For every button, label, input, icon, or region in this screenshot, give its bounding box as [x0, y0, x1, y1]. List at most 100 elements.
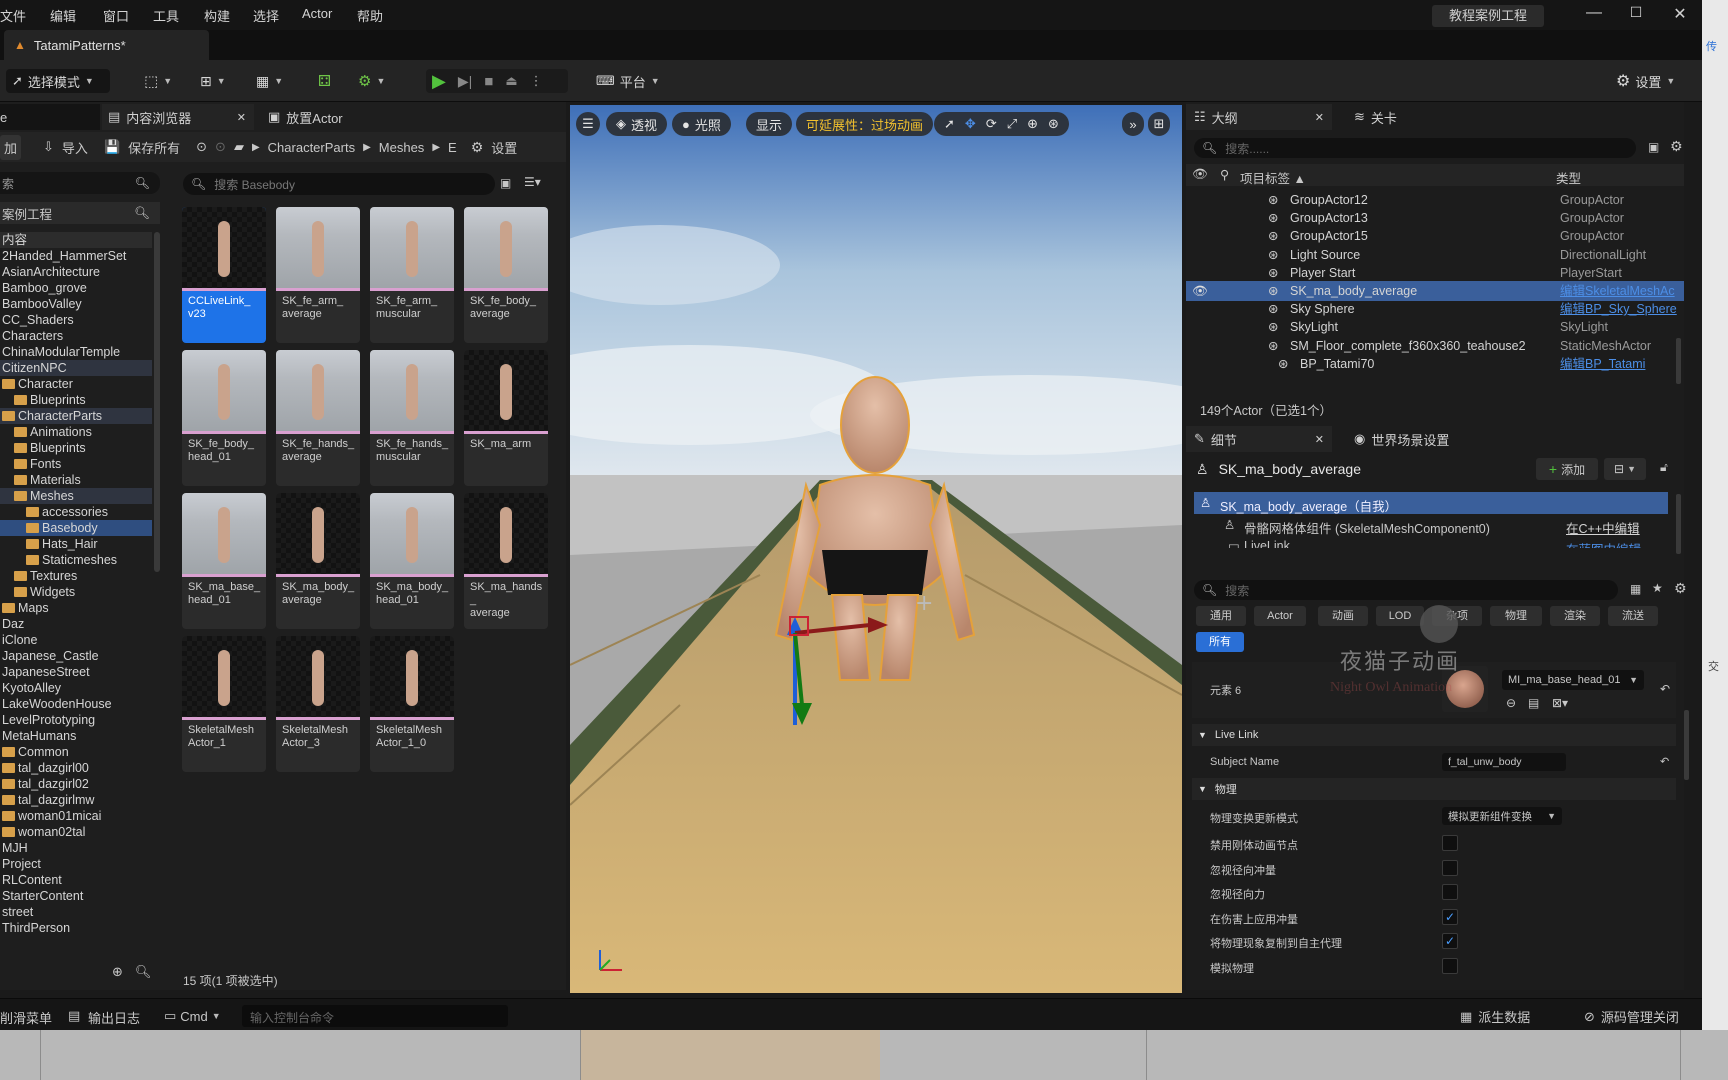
filter-animation[interactable]: 动画 — [1318, 606, 1368, 626]
menu-select[interactable]: 选择 — [253, 6, 279, 25]
outliner-row[interactable]: ⊛ GroupActor15 GroupActor — [1186, 226, 1684, 246]
viewport-menu-button[interactable]: ☰ — [576, 112, 600, 136]
filter-all[interactable]: 所有 — [1196, 632, 1244, 652]
viewport-layout-button[interactable]: ⊞ — [1148, 112, 1170, 136]
add-actor-button[interactable]: ⬚ ▼ — [144, 69, 180, 93]
place-actor-tab[interactable]: ▣ 放置Actor — [262, 104, 382, 130]
asset-tile[interactable]: SkeletalMesh Actor_3 — [276, 636, 360, 772]
menu-tools[interactable]: 工具 — [153, 6, 179, 25]
world-settings-tab[interactable]: ◉ 世界场景设置 — [1354, 426, 1494, 452]
tree-item[interactable]: Staticmeshes — [0, 552, 152, 568]
asset-tile[interactable]: SK_ma_hands_ average — [464, 493, 548, 629]
asset-tile[interactable]: SK_fe_body_ head_01 — [182, 350, 266, 486]
tree-item[interactable]: MetaHumans — [0, 728, 152, 744]
settings-dropdown[interactable]: ⚙ 设置 ▼ — [1616, 69, 1686, 93]
viewport-expand-button[interactable]: » — [1122, 112, 1144, 136]
tree-item[interactable]: Animations — [0, 424, 152, 440]
asset-tile[interactable]: SK_fe_arm_ muscular — [370, 207, 454, 343]
filter-icon[interactable]: ☰▾ — [524, 175, 541, 189]
tree-item[interactable]: Basebody — [0, 520, 152, 536]
cinematics-button[interactable]: ▦ ▼ — [256, 69, 292, 93]
outliner-row[interactable]: ⊛ GroupActor13 GroupActor — [1186, 208, 1684, 228]
save-icon[interactable]: 💾 — [104, 139, 120, 155]
tree-item[interactable]: CitizenNPC — [0, 360, 152, 376]
tree-item[interactable]: AsianArchitecture — [0, 264, 152, 280]
browse-back-icon[interactable]: ⊖ — [1506, 696, 1516, 710]
add-folder-icon[interactable]: ⊕ — [112, 964, 123, 980]
tree-item[interactable]: Maps — [0, 600, 152, 616]
tree-item[interactable]: Japanese_Castle — [0, 648, 152, 664]
gear-icon[interactable]: ⚙ — [1670, 138, 1683, 155]
source-search-input[interactable]: 索 🔍︎ — [0, 172, 160, 194]
details-tab[interactable]: ✎ 细节 ✕ — [1186, 426, 1332, 452]
physics-checkbox[interactable]: ✓ — [1442, 933, 1458, 950]
select-mode-dropdown[interactable]: ➚ 选择模式 ▼ — [6, 69, 110, 93]
derived-data-button[interactable]: ▦ 派生数据 — [1460, 1007, 1530, 1026]
tree-item[interactable]: 2Handed_HammerSet — [0, 248, 152, 264]
gear-icon[interactable]: ⚙ — [471, 139, 484, 156]
tree-item[interactable]: Bamboo_grove — [0, 280, 152, 296]
asset-tile[interactable]: CCLiveLink_ v23 — [182, 207, 266, 343]
tree-item[interactable]: woman02tal — [0, 824, 152, 840]
log-icon[interactable]: ▤ — [68, 1008, 80, 1024]
tree-item[interactable]: Project — [0, 856, 152, 872]
edit-in-cpp-link[interactable]: 在C++中编辑 — [1566, 518, 1640, 537]
add-button[interactable]: 加 — [0, 134, 22, 160]
lighting-button[interactable]: ● 光照 — [672, 112, 731, 136]
tree-item[interactable]: accessories — [0, 504, 152, 520]
settings-gear-button[interactable]: ⚙ ▼ — [358, 69, 394, 93]
levels-tab[interactable]: ≋ 关卡 — [1354, 104, 1434, 130]
tree-item[interactable]: tal_dazgirl02 — [0, 776, 152, 792]
minimize-button[interactable]: — — [1582, 4, 1606, 26]
source-control-button[interactable]: ⊘ 源码管理关闭 — [1584, 1007, 1679, 1026]
reset-arrow-icon[interactable]: ↶ — [1660, 755, 1669, 768]
tree-item[interactable]: Blueprints — [0, 440, 152, 456]
filter-physics[interactable]: 物理 — [1490, 606, 1542, 626]
component-mesh-row[interactable]: ♙ 骨骼网格体组件 (SkeletalMeshComponent0) 在C++中… — [1194, 514, 1668, 536]
tree-item[interactable]: LevelPrototyping — [0, 712, 152, 728]
star-icon[interactable]: ★ — [1652, 581, 1663, 595]
output-log-button[interactable]: 输出日志 — [88, 1008, 140, 1027]
tree-item[interactable]: woman01micai — [0, 808, 152, 824]
tree-item[interactable]: Widgets — [0, 584, 152, 600]
menu-actor[interactable]: Actor — [302, 6, 332, 21]
blueprint-options-button[interactable]: ⊟ ▼ — [1604, 458, 1646, 480]
tree-item[interactable]: tal_dazgirl00 — [0, 760, 152, 776]
tree-item[interactable]: Daz — [0, 616, 152, 632]
tree-item[interactable]: KyotoAlley — [0, 680, 152, 696]
close-tab-icon[interactable]: ✕ — [1315, 433, 1324, 446]
section-physics[interactable]: ▼ 物理 — [1192, 778, 1676, 800]
menu-build[interactable]: 构建 — [204, 6, 230, 25]
outliner-search-input[interactable]: 🔍︎ 搜索...... — [1194, 138, 1636, 158]
tree-scrollbar[interactable] — [154, 232, 160, 572]
physics-checkbox[interactable] — [1442, 835, 1458, 851]
table-view-icon[interactable]: ▦ — [1630, 582, 1641, 596]
asset-tile[interactable]: SK_ma_body_ head_01 — [370, 493, 454, 629]
asset-tile[interactable]: SK_fe_hands_ average — [276, 350, 360, 486]
level-tab[interactable]: ▲ TatamiPatterns* — [4, 30, 209, 60]
outliner-row[interactable]: ⊛ Player Start PlayerStart — [1186, 263, 1684, 283]
tree-item[interactable]: Blueprints — [0, 392, 152, 408]
new-folder-icon[interactable]: ▣ — [1648, 140, 1659, 154]
outliner-row[interactable]: ⊛ SkyLight SkyLight — [1186, 317, 1684, 337]
tree-item[interactable]: JapaneseStreet — [0, 664, 152, 680]
lock-icon[interactable]: 🔓︎ — [1660, 460, 1668, 475]
menu-edit[interactable]: 编辑 — [50, 6, 76, 25]
tree-item[interactable]: MJH — [0, 840, 152, 856]
asset-tile[interactable]: SkeletalMesh Actor_1 — [182, 636, 266, 772]
cmd-dropdown[interactable]: ▭ Cmd ▼ — [164, 1005, 230, 1027]
asset-tile[interactable]: SK_ma_base_ head_01 — [182, 493, 266, 629]
asset-search-input[interactable]: 🔍︎ 搜索 Basebody — [183, 173, 495, 195]
filter-general[interactable]: 通用 — [1196, 606, 1246, 626]
project-filter[interactable]: 案例工程 🔍︎ — [0, 202, 160, 224]
filter-streaming[interactable]: 流送 — [1608, 606, 1658, 626]
tree-item[interactable]: Hats_Hair — [0, 536, 152, 552]
eye-icon[interactable]: 👁︎ — [1192, 281, 1208, 301]
maximize-button[interactable]: ☐ — [1624, 4, 1648, 26]
outliner-row-type[interactable]: 编辑BP_Tatami — [1560, 354, 1645, 374]
close-tab-icon[interactable]: ✕ — [1315, 111, 1324, 124]
asset-tile[interactable]: SkeletalMesh Actor_1_0 — [370, 636, 454, 772]
surface-snap-icon[interactable]: ⊛ — [1048, 116, 1059, 132]
outliner-scrollbar[interactable] — [1676, 338, 1681, 384]
outliner-row[interactable]: ⊛ SM_Floor_complete_f360x360_teahouse2 Sta… — [1186, 336, 1684, 356]
